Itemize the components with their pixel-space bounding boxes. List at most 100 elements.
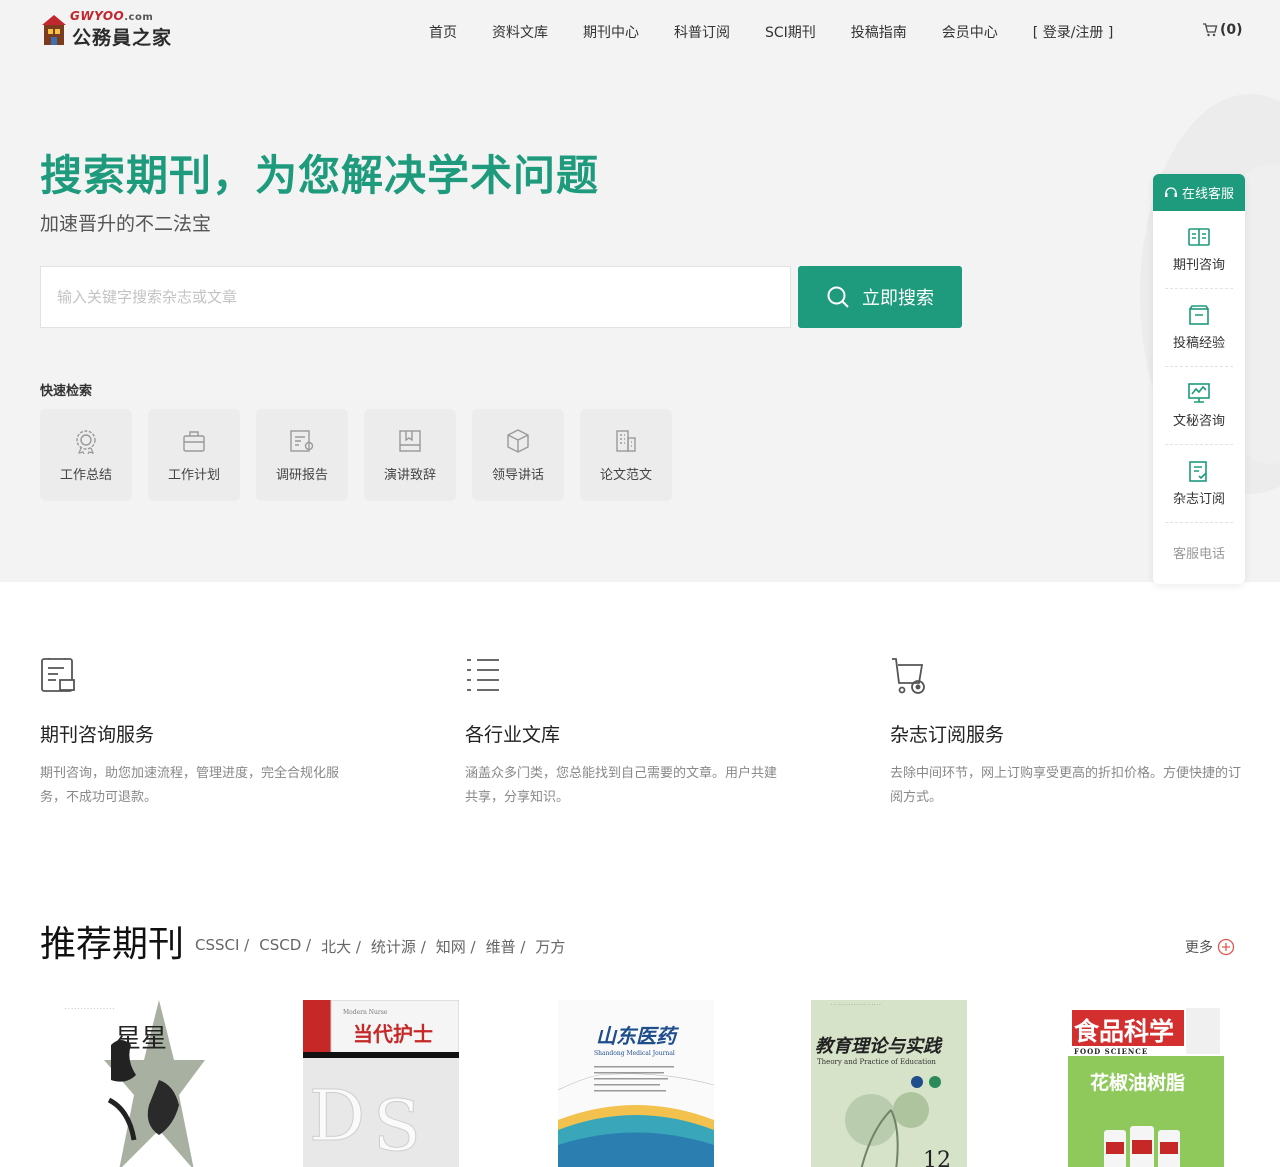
quick-search-list: 工作总结 工作计划 调研报告 演讲致辞 领导讲话 论文范文 xyxy=(40,409,688,501)
hero-title: 搜索期刊，为您解决学术问题 xyxy=(40,151,600,200)
service-description: 期刊咨询，助您加速流程，管理进度，完全合规化服务，不成功可退款。 xyxy=(40,766,340,805)
nav-journal-center[interactable]: 期刊中心 xyxy=(583,22,639,42)
header: GWYOO.com 公務員之家 首页 资料文库 期刊中心 科普订阅 SCI期刊 … xyxy=(0,0,1280,64)
badge-icon xyxy=(76,429,96,454)
side-item-journal-consult[interactable]: 期刊咨询 xyxy=(1165,211,1233,289)
logo-domain: GWYOO.com xyxy=(70,9,154,23)
more-label: 更多 xyxy=(1185,940,1213,956)
cover-title: 当代护士 xyxy=(353,1022,433,1046)
journal-cover-xingxing[interactable]: · · · · · · · · · · · · · · · · 星星 xyxy=(49,1000,205,1167)
cover-subtitle: Shandong Medical Journal xyxy=(594,1050,675,1057)
nav-submission-guide[interactable]: 投稿指南 xyxy=(851,22,907,42)
side-item-magazine-subscription[interactable]: 杂志订阅 xyxy=(1165,445,1233,523)
cover-subtitle: Modern Nurse xyxy=(343,1009,388,1016)
cover-subtitle: Theory and Practice of Education xyxy=(817,1058,936,1066)
tag-statistics-source[interactable]: 统计源 / xyxy=(371,936,426,957)
side-item-label: 期刊咨询 xyxy=(1172,258,1225,273)
journal-covers: · · · · · · · · · · · · · · · · 星星 D S M… xyxy=(0,1000,1280,1167)
search-icon xyxy=(827,286,849,308)
logo-text: 公務員之家 xyxy=(72,27,173,49)
tag-peking-core[interactable]: 北大 / xyxy=(321,936,361,957)
plus-circle-icon xyxy=(1217,938,1235,956)
cover-title: 教育理论与实践 xyxy=(815,1036,941,1057)
list-icon xyxy=(467,659,499,691)
hero-subtitle: 加速晋升的不二法宝 xyxy=(40,213,212,235)
consult-icon xyxy=(41,658,75,692)
site-logo[interactable]: GWYOO.com 公務員之家 xyxy=(40,7,172,51)
search-button-label: 立即搜索 xyxy=(862,288,934,309)
journal-cover-education-theory[interactable]: · · · · · · · · · · · · · · · · · · · · … xyxy=(811,1000,967,1167)
nav-science-subscription[interactable]: 科普订阅 xyxy=(674,22,730,42)
quick-item-label: 工作总结 xyxy=(59,467,112,483)
cube-icon xyxy=(507,428,529,453)
online-service-button[interactable]: 在线客服 xyxy=(1153,174,1245,211)
quick-item-work-plan[interactable]: 工作计划 xyxy=(148,409,240,501)
book-icon xyxy=(399,429,421,452)
service-description: 涵盖众多门类，您总能找到自己需要的文章。用户共建共享，分享知识。 xyxy=(465,766,778,805)
quick-item-leader-speech[interactable]: 领导讲话 xyxy=(472,409,564,501)
journal-cover-modern-nurse[interactable]: D S Modern Nurse 当代护士 xyxy=(303,1000,459,1167)
cover-issue: 12 xyxy=(923,1148,951,1167)
cover-title: 星星 xyxy=(115,1024,168,1054)
tag-cssci[interactable]: CSSCI / xyxy=(195,936,249,957)
nav-login-register[interactable]: [ 登录/注册 ] xyxy=(1033,22,1114,42)
service-title: 杂志订阅服务 xyxy=(890,724,1005,746)
archive-icon xyxy=(1189,305,1209,325)
svg-text:· · · · · · · · · · · · · · ·: · · · · · · · · · · · · · · · · xyxy=(65,1006,115,1012)
document-check-icon xyxy=(1189,461,1207,482)
service-title: 期刊咨询服务 xyxy=(40,724,155,746)
cart-icon xyxy=(1203,23,1218,37)
quick-item-thesis-sample[interactable]: 论文范文 xyxy=(580,409,672,501)
svg-text:D: D xyxy=(309,1075,365,1157)
nav-home[interactable]: 首页 xyxy=(429,22,457,42)
search-button[interactable]: 立即搜索 xyxy=(798,266,962,328)
briefcase-icon xyxy=(183,430,205,452)
journal-cover-food-science[interactable]: 食品科学 FOOD SCIENCE 花椒油树脂 xyxy=(1068,1000,1224,1167)
cover-title: 山东医药 xyxy=(596,1024,676,1048)
tag-cnki[interactable]: 知网 / xyxy=(436,936,476,957)
quick-item-label: 工作计划 xyxy=(167,467,220,483)
side-item-label: 投稿经验 xyxy=(1172,336,1225,351)
cover-headline: 花椒油树脂 xyxy=(1090,1072,1186,1094)
quick-item-label: 演讲致辞 xyxy=(383,467,436,483)
customer-service-widget: 在线客服 期刊咨询 投稿经验 文秘咨询 杂志订阅 客服电话 xyxy=(1153,174,1245,584)
house-logo-icon xyxy=(42,15,66,45)
quick-item-label: 领导讲话 xyxy=(491,467,544,483)
report-icon xyxy=(290,429,314,452)
tag-wanfang[interactable]: 万方 xyxy=(535,936,565,957)
online-service-label: 在线客服 xyxy=(1181,187,1234,202)
open-book-icon xyxy=(1188,228,1210,246)
cover-subtitle: FOOD SCIENCE xyxy=(1074,1047,1149,1056)
quick-item-label: 调研报告 xyxy=(275,467,328,483)
side-item-submission-experience[interactable]: 投稿经验 xyxy=(1165,289,1233,367)
cart-button[interactable]: (0) xyxy=(1202,22,1243,38)
quick-item-speech[interactable]: 演讲致辞 xyxy=(364,409,456,501)
quick-item-research-report[interactable]: 调研报告 xyxy=(256,409,348,501)
service-description: 去除中间环节，网上订购享受更高的折扣价格。方便快捷的订阅方式。 xyxy=(890,766,1242,805)
quick-search-title: 快速检索 xyxy=(40,384,93,399)
main-nav: 首页 资料文库 期刊中心 科普订阅 SCI期刊 投稿指南 会员中心 [ 登录/注… xyxy=(429,0,1148,64)
service-industry-library: 各行业文库 涵盖众多门类，您总能找到自己需要的文章。用户共建共享，分享知识。 xyxy=(465,656,785,805)
cover-title: 食品科学 xyxy=(1074,1017,1175,1046)
recommended-title: 推荐期刊 xyxy=(40,924,185,965)
service-magazine-subscription: 杂志订阅服务 去除中间环节，网上订购享受更高的折扣价格。方便快捷的订阅方式。 xyxy=(890,656,1241,805)
side-item-label: 杂志订阅 xyxy=(1172,492,1225,507)
side-item-label: 文秘咨询 xyxy=(1172,414,1225,429)
side-item-secretary-consult[interactable]: 文秘咨询 xyxy=(1165,367,1233,445)
service-phone-button[interactable]: 客服电话 xyxy=(1153,523,1245,581)
chart-icon xyxy=(1188,383,1210,403)
quick-item-work-summary[interactable]: 工作总结 xyxy=(40,409,132,501)
journal-cover-shandong-medical[interactable]: 山东医药 Shandong Medical Journal xyxy=(558,1000,714,1167)
svg-text:S: S xyxy=(373,1085,421,1167)
education-theory-cover-art: · · · · · · · · · · · · · · · · · · · · xyxy=(811,1000,967,1167)
nav-member-center[interactable]: 会员中心 xyxy=(942,22,998,42)
tag-cscd[interactable]: CSCD / xyxy=(259,936,311,957)
building-icon xyxy=(616,429,636,452)
recommended-tags: CSSCI / CSCD / 北大 / 统计源 / 知网 / 维普 / 万方 xyxy=(195,936,575,957)
search-input[interactable] xyxy=(40,266,791,328)
nav-sci-journals[interactable]: SCI期刊 xyxy=(765,22,816,42)
cart-count: (0) xyxy=(1220,22,1243,38)
more-link[interactable]: 更多 xyxy=(1185,937,1235,957)
tag-vip[interactable]: 维普 / xyxy=(486,936,526,957)
nav-library[interactable]: 资料文库 xyxy=(492,22,548,42)
